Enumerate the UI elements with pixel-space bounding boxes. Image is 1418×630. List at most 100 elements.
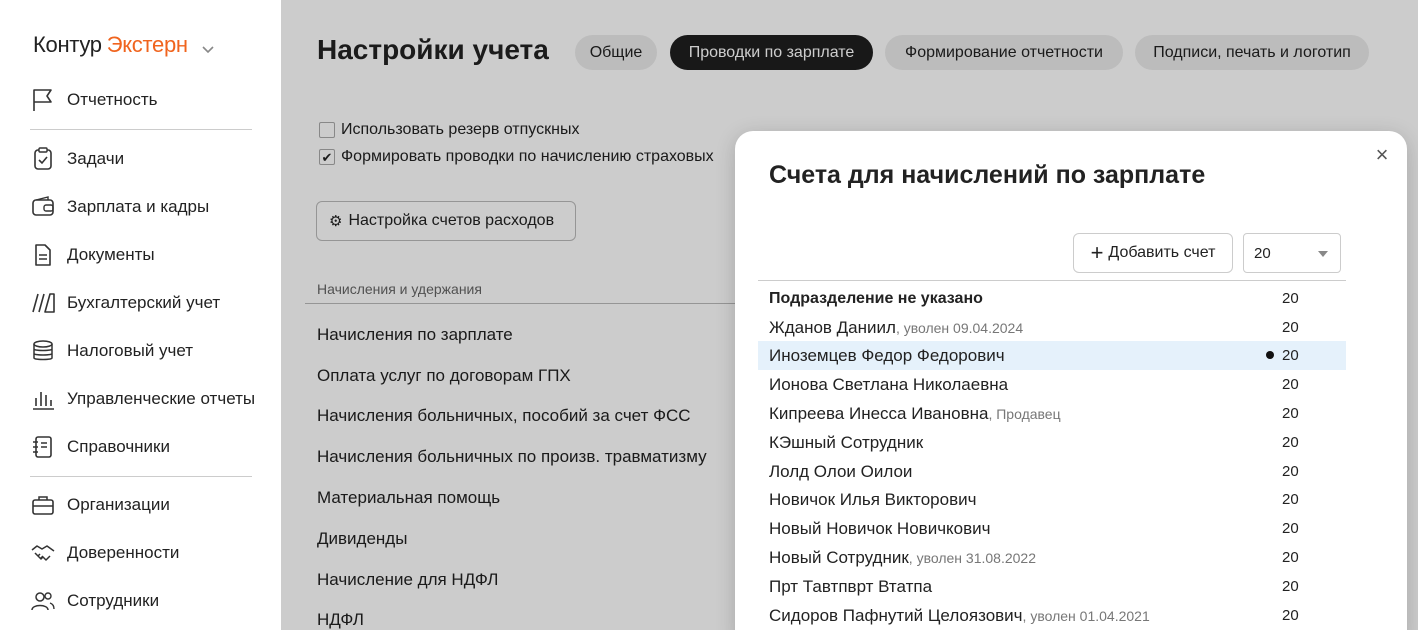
accrual-row[interactable]: Начисление для НДФЛ — [317, 570, 498, 590]
row-name: Сидоров Пафнутий Целоязович — [769, 605, 1023, 625]
row-note: , Продавец — [988, 405, 1061, 422]
insurance-entries-checkbox-row[interactable]: ✔ Формировать проводки по начислению стр… — [319, 148, 714, 166]
list-item[interactable]: Сидоров Пафнутий Целоязович, уволен 01.0… — [758, 601, 1346, 630]
sidebar-item-reports[interactable]: Отчетность — [30, 84, 158, 116]
sidebar: Контур Экстерн Отчетность Задачи Зарплат… — [0, 0, 281, 630]
plus-icon: + — [1090, 240, 1104, 265]
row-name: Подразделение не указано — [769, 289, 983, 307]
expense-accounts-settings-button[interactable]: ⚙ Настройка счетов расходов — [316, 201, 576, 241]
row-name: Ионова Светлана Николаевна — [769, 374, 1009, 394]
vacation-reserve-checkbox-row[interactable]: Использовать резерв отпускных — [319, 121, 579, 139]
list-item[interactable]: Новичок Илья Викторович 20 — [758, 485, 1346, 514]
sidebar-item-directories[interactable]: Справочники — [30, 431, 170, 463]
sidebar-item-management-reports[interactable]: Управленческие отчеты — [30, 383, 255, 415]
selected-dot-icon — [1266, 351, 1274, 359]
tab-reporting[interactable]: Формирование отчетности — [885, 35, 1123, 70]
select-value: 20 — [1254, 244, 1271, 262]
sidebar-item-label: Справочники — [67, 437, 170, 456]
row-name: Прт Тавтпврт Втатпа — [769, 576, 933, 596]
payroll-accounts-modal: Счета для начислений по зарплате × + Доб… — [735, 131, 1407, 630]
sidebar-item-payroll[interactable]: Зарплата и кадры — [30, 191, 209, 223]
sidebar-item-accounting[interactable]: Бухгалтерский учет — [30, 287, 220, 319]
sidebar-divider — [30, 129, 252, 130]
list-item[interactable]: Лолд Олои Оилои 20 — [758, 457, 1346, 486]
insurance-entries-checkbox[interactable]: ✔ — [319, 149, 335, 165]
row-account: 20 — [1282, 405, 1299, 422]
sidebar-item-documents[interactable]: Документы — [30, 239, 155, 271]
row-name: Иноземцев Федор Федорович — [769, 345, 1005, 365]
row-note: , уволен 09.04.2024 — [895, 319, 1024, 336]
tab-label: Формирование отчетности — [905, 43, 1103, 61]
accrual-row[interactable]: Дивиденды — [317, 529, 407, 549]
list-item[interactable]: Прт Тавтпврт Втатпа 20 — [758, 572, 1346, 601]
list-item[interactable]: КЭшный Сотрудник 20 — [758, 428, 1346, 457]
sidebar-item-powers-of-attorney[interactable]: Доверенности — [30, 537, 179, 569]
handshake-icon — [30, 540, 56, 566]
brand-logo[interactable]: Контур Экстерн — [33, 32, 216, 58]
list-item[interactable]: Ионова Светлана Николаевна 20 — [758, 370, 1346, 399]
add-account-button[interactable]: + Добавить счет — [1073, 233, 1233, 273]
row-account: 20 — [1282, 463, 1299, 480]
tab-general[interactable]: Общие — [575, 35, 657, 70]
sidebar-divider — [30, 476, 252, 477]
row-name: КЭшный Сотрудник — [769, 432, 924, 452]
row-note: , уволен 31.08.2022 — [908, 549, 1036, 566]
sidebar-item-tax[interactable]: Налоговый учет — [30, 335, 193, 367]
list-item[interactable]: Жданов Даниил, уволен 09.04.2024 20 — [758, 313, 1346, 342]
row-name: Новичок Илья Викторович — [769, 489, 977, 509]
row-account: 20 — [1282, 578, 1299, 595]
tab-signatures[interactable]: Подписи, печать и логотип — [1135, 35, 1369, 70]
clipboard-check-icon — [30, 146, 56, 172]
list-item[interactable]: Подразделение не указано 20 — [758, 284, 1346, 313]
caret-down-icon — [1318, 251, 1328, 257]
row-name: Кипреева Инесса Ивановна — [769, 403, 989, 423]
column-header: Начисления и удержания — [317, 281, 482, 297]
row-name: Жданов Даниил — [769, 317, 896, 337]
list-divider — [758, 280, 1346, 281]
account-select[interactable]: 20 — [1243, 233, 1341, 273]
accrual-row[interactable]: Начисления больничных, пособий за счет Ф… — [317, 406, 691, 426]
tab-label: Общие — [589, 43, 643, 61]
close-icon[interactable]: × — [1372, 142, 1392, 167]
list-item[interactable]: Новый Новичок Новичкович 20 — [758, 514, 1346, 543]
briefcase-icon — [30, 492, 56, 518]
column-divider — [305, 303, 745, 304]
document-icon — [30, 242, 56, 268]
accrual-row[interactable]: Начисления больничных по произв. травмат… — [317, 447, 707, 467]
sidebar-item-label: Документы — [67, 245, 155, 264]
accrual-row[interactable]: Оплата услуг по договорам ГПХ — [317, 366, 571, 386]
brand-part1: Контур — [33, 32, 102, 57]
sidebar-item-tasks[interactable]: Задачи — [30, 143, 124, 175]
sidebar-item-employees[interactable]: Сотрудники — [30, 585, 159, 617]
list-item[interactable]: Кипреева Инесса Ивановна, Продавец 20 — [758, 399, 1346, 428]
list-item-selected[interactable]: Иноземцев Федор Федорович 20 — [758, 341, 1346, 370]
sidebar-item-label: Зарплата и кадры — [67, 197, 210, 216]
row-account: 20 — [1282, 520, 1299, 537]
sidebar-item-label: Налоговый учет — [67, 341, 194, 360]
brand-part2: Экстерн — [106, 32, 188, 57]
checkbox-label: Использовать резерв отпускных — [341, 121, 580, 138]
sidebar-item-label: Доверенности — [67, 543, 180, 562]
checkmark-icon: ✔ — [321, 149, 333, 165]
sidebar-item-label: Задачи — [67, 149, 125, 168]
page-title: Настройки учета — [317, 34, 549, 65]
row-account: 20 — [1282, 491, 1299, 508]
accounting-icon — [30, 290, 56, 316]
accrual-row[interactable]: Материальная помощь — [317, 488, 500, 508]
button-label: Добавить счет — [1108, 244, 1216, 261]
accrual-row[interactable]: НДФЛ — [317, 610, 364, 630]
tab-payroll-entries[interactable]: Проводки по зарплате — [670, 35, 873, 70]
accrual-row[interactable]: Начисления по зарплате — [317, 325, 513, 345]
wallet-icon — [30, 194, 56, 220]
row-account: 20 — [1282, 434, 1299, 451]
list-item[interactable]: Новый Сотрудник, уволен 31.08.2022 20 — [758, 543, 1346, 572]
button-label: Настройка счетов расходов — [348, 212, 555, 229]
chevron-down-icon[interactable] — [200, 37, 216, 54]
sidebar-item-organizations[interactable]: Организации — [30, 489, 170, 521]
tab-label: Проводки по зарплате — [688, 43, 855, 61]
row-note: , уволен 01.04.2021 — [1022, 607, 1150, 624]
users-icon — [30, 588, 56, 614]
sidebar-item-label: Отчетность — [67, 90, 158, 109]
vacation-reserve-checkbox[interactable] — [319, 122, 335, 138]
row-name: Новый Новичок Новичкович — [769, 518, 991, 538]
